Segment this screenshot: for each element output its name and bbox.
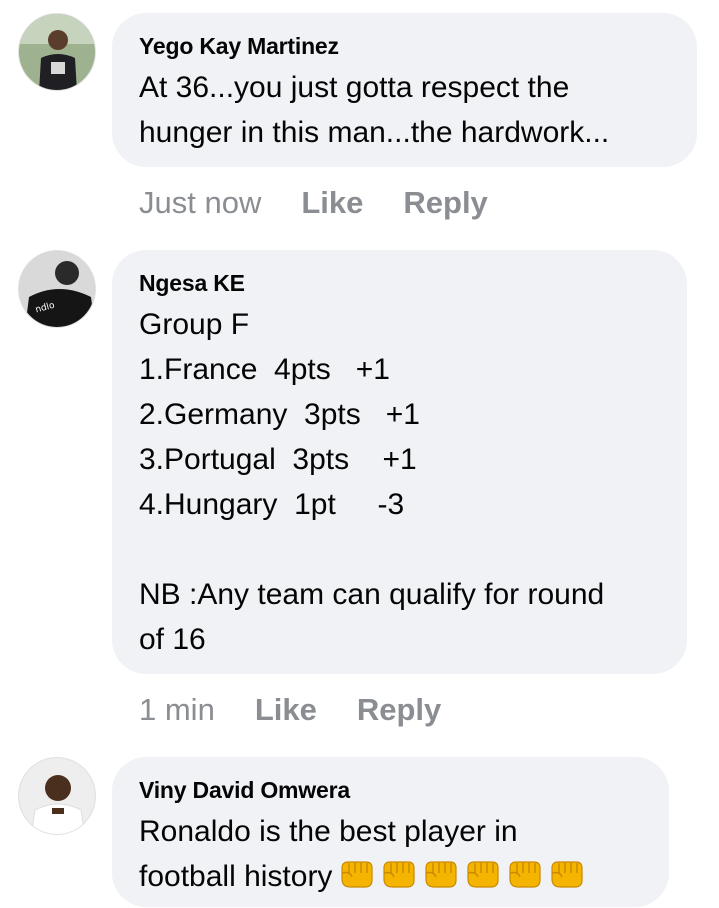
comment-actions: 1 min Like Reply bbox=[139, 690, 441, 730]
comment-text: At 36...you just gotta respect the hunge… bbox=[139, 71, 610, 149]
like-button[interactable]: Like bbox=[255, 690, 317, 730]
comment-author[interactable]: Ngesa KE bbox=[139, 268, 661, 298]
profile-photo-icon bbox=[19, 758, 95, 834]
oncoming-fist-emoji-icon bbox=[422, 861, 464, 897]
fist-emoji-group bbox=[338, 858, 590, 903]
reply-button[interactable]: Reply bbox=[403, 183, 487, 223]
comment-bubble: Yego Kay Martinez At 36...you just gotta… bbox=[112, 13, 697, 167]
comment-text: Ronaldo is the best player in football h… bbox=[139, 809, 643, 903]
comment-timestamp[interactable]: Just now bbox=[139, 183, 261, 223]
comment-author[interactable]: Viny David Omwera bbox=[139, 775, 643, 805]
comment-author[interactable]: Yego Kay Martinez bbox=[139, 31, 671, 61]
comment-text: Group F 1.France 4pts +1 2.Germany 3pts … bbox=[139, 308, 605, 656]
oncoming-fist-emoji-icon bbox=[506, 861, 548, 897]
avatar[interactable] bbox=[18, 757, 96, 835]
avatar[interactable]: ndlo bbox=[18, 250, 96, 328]
comment-bubble: Viny David Omwera Ronaldo is the best pl… bbox=[112, 757, 669, 907]
profile-photo-icon: ndlo bbox=[19, 251, 95, 327]
oncoming-fist-emoji-icon bbox=[548, 861, 590, 897]
comment-actions: Just now Like Reply bbox=[139, 183, 488, 223]
oncoming-fist-emoji-icon bbox=[338, 861, 380, 897]
profile-photo-icon bbox=[19, 14, 95, 90]
comment-bubble: Ngesa KE Group F 1.France 4pts +1 2.Germ… bbox=[112, 250, 687, 674]
oncoming-fist-emoji-icon bbox=[464, 861, 506, 897]
like-button[interactable]: Like bbox=[301, 183, 363, 223]
reply-button[interactable]: Reply bbox=[357, 690, 441, 730]
comment-timestamp[interactable]: 1 min bbox=[139, 690, 215, 730]
avatar[interactable] bbox=[18, 13, 96, 91]
oncoming-fist-emoji-icon bbox=[380, 861, 422, 897]
